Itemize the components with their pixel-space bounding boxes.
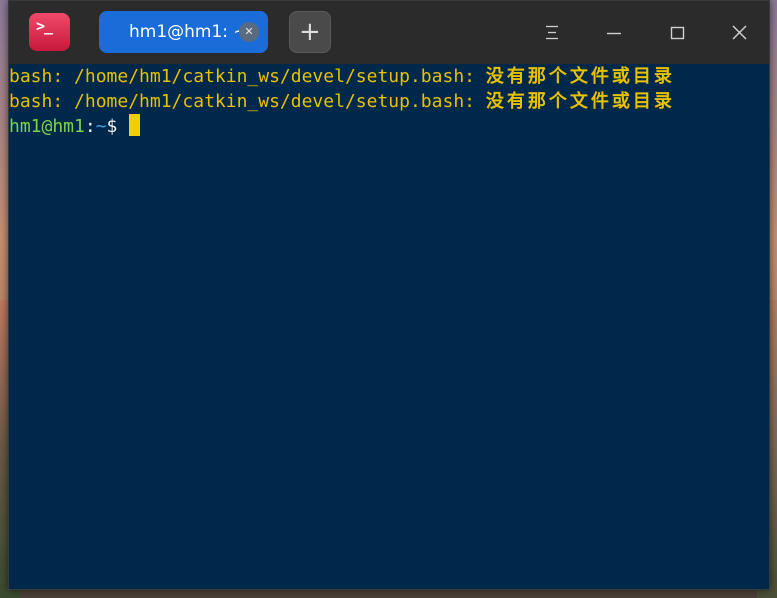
minimize-icon — [607, 32, 621, 35]
maximize-icon — [670, 26, 685, 40]
terminal-output[interactable]: bash: /home/hm1/catkin_ws/devel/setup.ba… — [9, 64, 769, 589]
text-cursor — [129, 114, 141, 136]
prompt-user-host: hm1@hm1 — [9, 116, 85, 137]
menu-button[interactable] — [537, 17, 567, 47]
titlebar: >_ hm1@hm1: ~ ✕ + — [9, 1, 769, 64]
hamburger-icon — [546, 25, 558, 40]
tab-title: hm1@hm1: ~ — [129, 22, 248, 42]
terminal-window: >_ hm1@hm1: ~ ✕ + bash: /home/hm1/catkin… — [8, 0, 770, 590]
error-message: 没有那个文件或目录 — [485, 66, 675, 87]
error-message: 没有那个文件或目录 — [485, 91, 675, 112]
prompt-path: ~ — [95, 116, 107, 137]
new-tab-button[interactable]: + — [289, 11, 331, 53]
terminal-line: bash: /home/hm1/catkin_ws/devel/setup.ba… — [9, 89, 769, 114]
terminal-prompt-glyph: >_ — [36, 17, 53, 35]
error-prefix: bash: /home/hm1/catkin_ws/devel/setup.ba… — [9, 91, 486, 112]
prompt-separator: : — [84, 116, 96, 137]
tab-close-icon[interactable]: ✕ — [239, 22, 259, 42]
close-button[interactable] — [724, 17, 754, 47]
close-icon — [732, 25, 747, 40]
tab-active[interactable]: hm1@hm1: ~ ✕ — [99, 11, 268, 53]
minimize-button[interactable] — [599, 17, 629, 47]
terminal-line: bash: /home/hm1/catkin_ws/devel/setup.ba… — [9, 64, 769, 89]
error-prefix: bash: /home/hm1/catkin_ws/devel/setup.ba… — [9, 66, 486, 87]
maximize-button[interactable] — [662, 17, 692, 47]
plus-icon: + — [299, 17, 321, 47]
prompt-line: hm1@hm1:~$ — [9, 114, 769, 139]
prompt-symbol: $ — [106, 116, 118, 137]
terminal-app-icon: >_ — [29, 13, 70, 51]
